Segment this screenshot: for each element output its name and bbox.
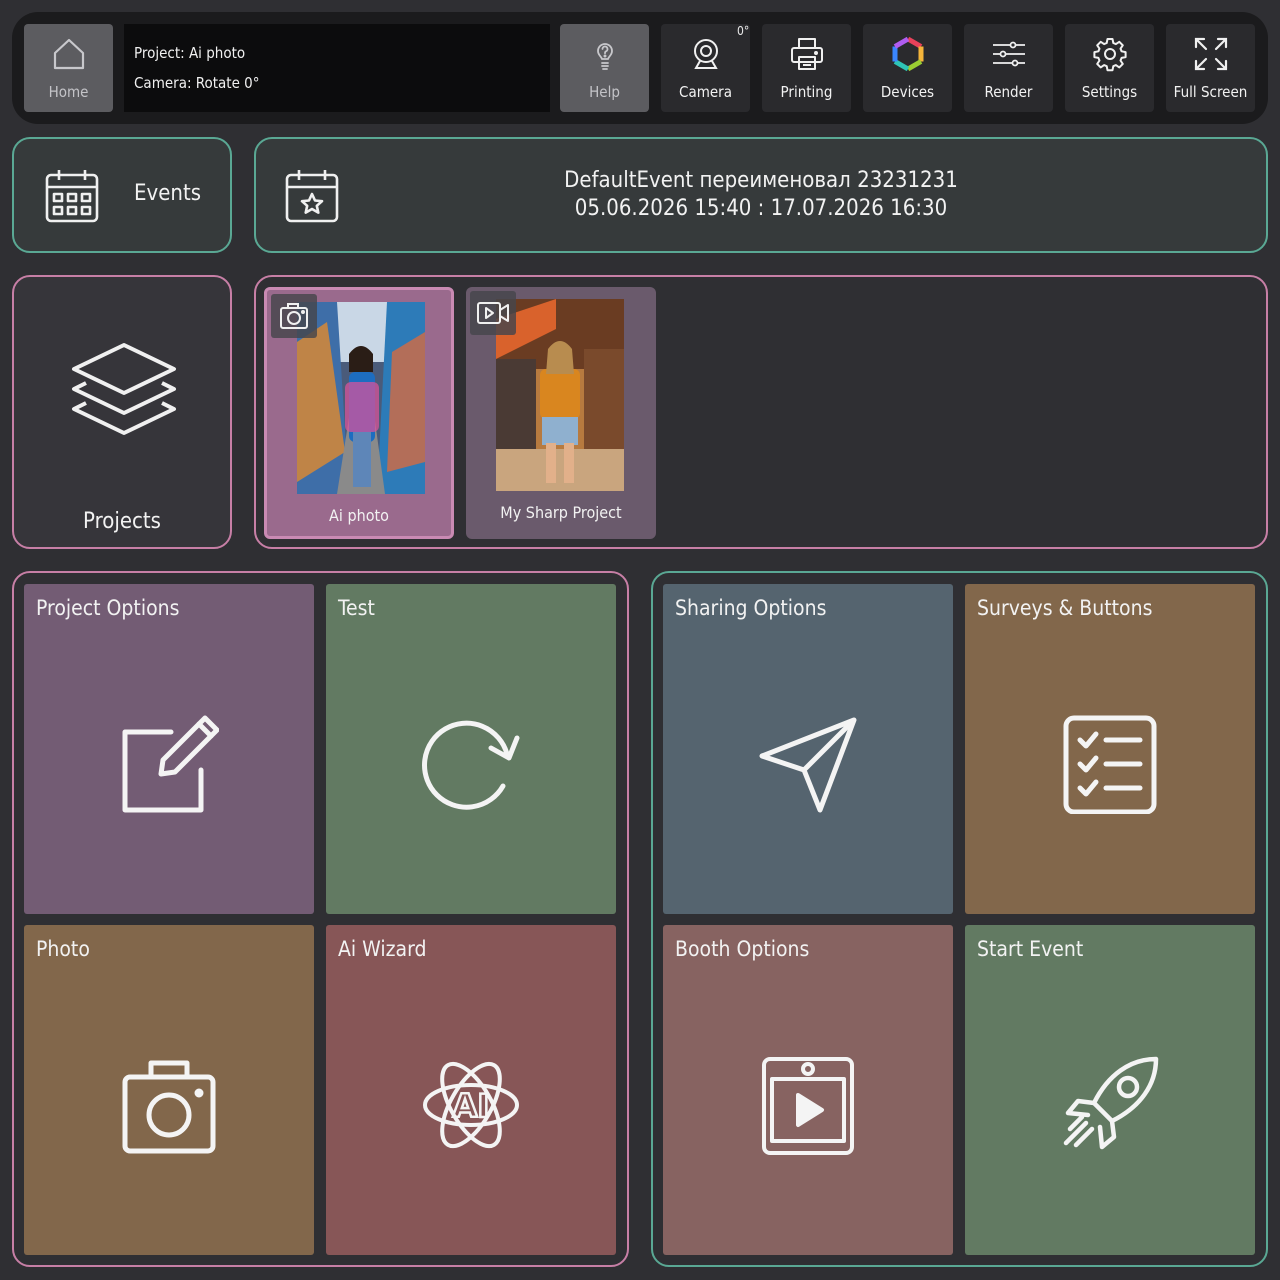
camera-icon <box>122 1060 216 1154</box>
project-options-tile[interactable]: Project Options <box>24 584 314 914</box>
send-icon <box>759 717 857 813</box>
sharing-options-label: Sharing Options <box>675 596 827 620</box>
projects-button[interactable]: Projects <box>12 275 232 549</box>
calendar-grid-icon <box>45 170 99 223</box>
surveys-buttons-label: Surveys & Buttons <box>977 596 1153 620</box>
full-screen-label: Full Screen <box>1173 83 1248 101</box>
printing-label: Printing <box>780 83 833 101</box>
booth-options-label: Booth Options <box>675 937 810 961</box>
project-section: Project Options Test Photo Ai Wizard AI <box>12 571 629 1267</box>
start-event-tile[interactable]: Start Event <box>965 925 1255 1255</box>
camera-label: Camera <box>679 83 732 101</box>
project-card-ai-photo[interactable]: Ai photo <box>264 287 454 539</box>
svg-text:AI: AI <box>453 1087 490 1125</box>
ai-wizard-label: Ai Wizard <box>338 937 427 961</box>
sharing-options-tile[interactable]: Sharing Options <box>663 584 953 914</box>
home-button[interactable]: Home <box>24 24 113 112</box>
event-title-block: DefaultEvent переименовал 23231231 05.06… <box>256 167 1266 223</box>
render-label: Render <box>984 83 1033 101</box>
start-event-label: Start Event <box>977 937 1084 961</box>
camera-line: Camera: Rotate 0° <box>134 74 260 92</box>
webcam-icon <box>693 39 718 69</box>
home-icon <box>53 38 84 70</box>
projects-list: Ai photo My Sharp Project <box>254 275 1268 549</box>
help-label: Help <box>589 83 620 101</box>
checklist-icon <box>1063 715 1157 814</box>
help-bulb-icon <box>596 43 613 70</box>
printing-button[interactable]: Printing <box>762 24 851 112</box>
top-toolbar: Home Project: Ai photo Camera: Rotate 0°… <box>12 12 1268 124</box>
refresh-icon <box>422 720 520 810</box>
event-title: DefaultEvent переименовал 23231231 <box>564 168 958 193</box>
project-status: Project: Ai photo Camera: Rotate 0° <box>124 24 550 112</box>
projects-label: Projects <box>83 509 161 534</box>
ai-atom-icon: AI <box>423 1061 519 1149</box>
booth-play-icon <box>762 1057 854 1155</box>
layers-icon <box>72 343 176 435</box>
gear-icon <box>1092 38 1127 72</box>
event-section: Sharing Options Surveys & Buttons Booth … <box>651 571 1268 1267</box>
settings-label: Settings <box>1081 83 1138 101</box>
help-button[interactable]: Help <box>560 24 649 112</box>
events-button[interactable]: Events <box>12 137 232 253</box>
devices-hex-icon <box>892 36 923 72</box>
camera-icon <box>271 294 317 338</box>
video-icon <box>470 291 516 335</box>
test-tile[interactable]: Test <box>326 584 616 914</box>
edit-icon <box>122 715 219 813</box>
render-button[interactable]: Render <box>964 24 1053 112</box>
full-screen-button[interactable]: Full Screen <box>1166 24 1255 112</box>
photo-tile[interactable]: Photo <box>24 925 314 1255</box>
settings-button[interactable]: Settings <box>1065 24 1154 112</box>
sliders-icon <box>992 41 1025 67</box>
home-label: Home <box>48 83 89 101</box>
devices-button[interactable]: Devices <box>863 24 952 112</box>
surveys-buttons-tile[interactable]: Surveys & Buttons <box>965 584 1255 914</box>
devices-label: Devices <box>880 83 935 101</box>
rocket-icon <box>1063 1056 1159 1150</box>
project-name: Ai photo <box>329 506 389 525</box>
ai-wizard-tile[interactable]: Ai Wizard AI <box>326 925 616 1255</box>
photo-label: Photo <box>36 937 90 961</box>
project-line: Project: Ai photo <box>134 44 246 62</box>
project-options-label: Project Options <box>36 596 180 620</box>
camera-rotation-badge: 0° <box>737 24 750 38</box>
expand-icon <box>1194 37 1227 71</box>
project-card-my-sharp-project[interactable]: My Sharp Project <box>466 287 656 539</box>
printer-icon <box>790 38 823 70</box>
test-label: Test <box>338 596 375 620</box>
current-event-panel[interactable]: DefaultEvent переименовал 23231231 05.06… <box>254 137 1268 253</box>
project-name: My Sharp Project <box>500 503 622 522</box>
booth-options-tile[interactable]: Booth Options <box>663 925 953 1255</box>
event-date-range: 05.06.2026 15:40 : 17.07.2026 16:30 <box>574 196 948 221</box>
events-label: Events <box>134 181 202 206</box>
